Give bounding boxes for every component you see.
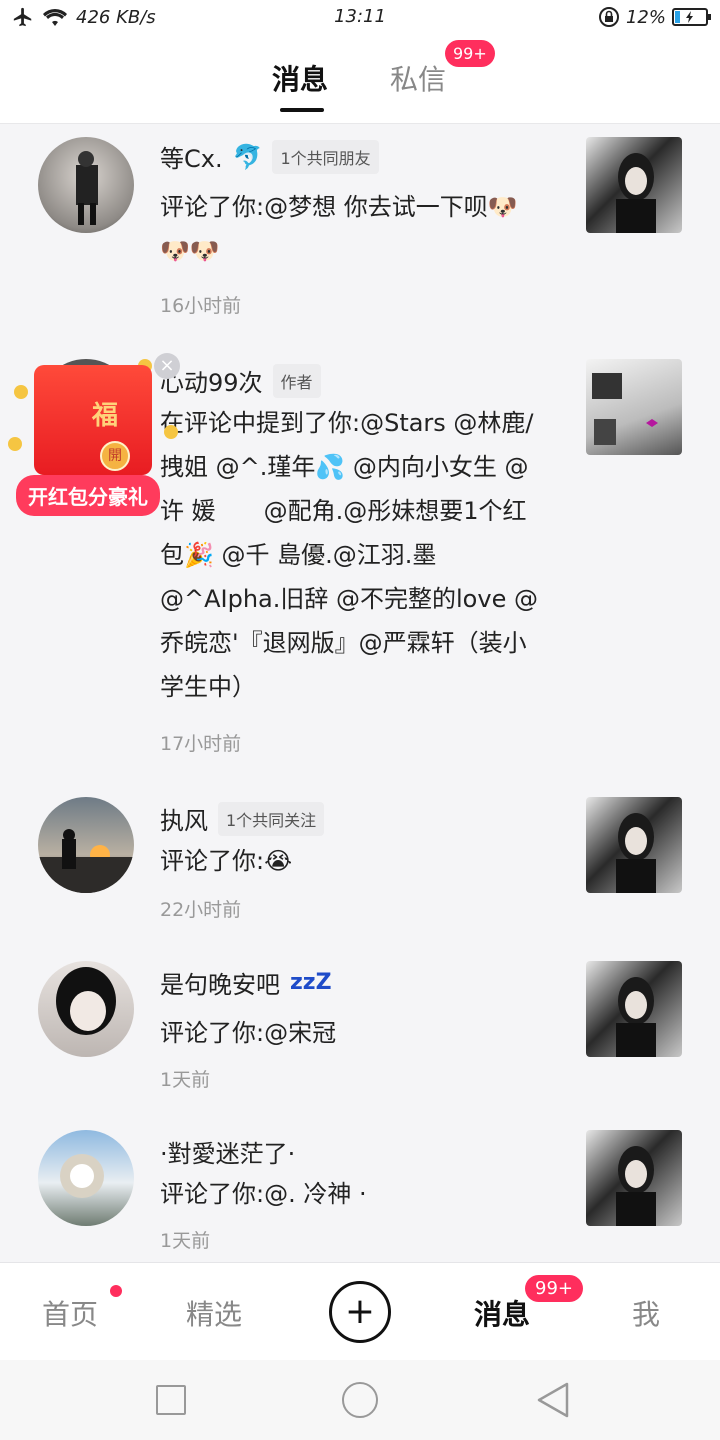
avatar[interactable] — [38, 137, 134, 233]
nav-home[interactable]: 首页 — [42, 1293, 98, 1333]
avatar[interactable] — [38, 1130, 134, 1226]
bottom-nav: 首页 精选 + 消息 99+ 我 — [0, 1262, 720, 1360]
sleeping-emoji: zzZ — [290, 970, 332, 995]
mutual-friend-tag: 1个共同朋友 — [272, 139, 379, 174]
dm-unread-badge: 99+ — [445, 40, 495, 67]
tab-messages[interactable]: 消息 — [272, 58, 328, 98]
avatar[interactable] — [38, 961, 134, 1057]
mutual-follow-tag: 1个共同关注 — [218, 801, 325, 836]
timestamp: 17小时前 — [160, 733, 242, 755]
name-row: 等Cx. 🐬 1个共同朋友 — [160, 139, 379, 174]
active-tab-indicator — [280, 108, 324, 112]
red-packet-widget[interactable]: 福 開 × 开红包分豪礼 — [8, 353, 184, 516]
open-seal-icon: 開 — [100, 441, 130, 471]
nav-featured[interactable]: 精选 — [186, 1293, 242, 1333]
fu-character: 福 — [92, 401, 119, 431]
back-triangle-icon[interactable] — [536, 1382, 570, 1418]
comment-text[interactable]: 评论了你:@梦想 你去试一下呗🐶🐶🐶 — [160, 185, 540, 273]
nav-messages[interactable]: 消息 — [474, 1293, 530, 1333]
user-name[interactable]: 是句晚安吧 — [160, 965, 280, 1000]
tab-direct-messages[interactable]: 私信 — [390, 58, 446, 98]
home-notification-dot — [110, 1285, 122, 1297]
user-name[interactable]: 执风 — [160, 801, 208, 836]
user-name[interactable]: 等Cx. — [160, 139, 223, 174]
timestamp: 1天前 — [160, 1069, 211, 1091]
coin-decoration — [14, 385, 28, 399]
video-thumbnail[interactable] — [586, 797, 682, 893]
system-nav-bar — [0, 1360, 720, 1440]
video-thumbnail[interactable] — [586, 1130, 682, 1226]
add-button[interactable]: + — [329, 1281, 391, 1343]
timestamp: 1天前 — [160, 1230, 211, 1252]
author-tag: 作者 — [272, 363, 321, 398]
comment-text[interactable]: 在评论中提到了你:@Stars @林鹿/拽姐 @^.瑾年💦 @内向小女生 @许 … — [160, 401, 540, 709]
name-row: 是句晚安吧 zzZ — [160, 965, 332, 1000]
timestamp: 22小时前 — [160, 899, 242, 921]
video-thumbnail[interactable] — [586, 359, 682, 455]
home-circle-icon[interactable] — [342, 1382, 378, 1418]
messages-unread-badge: 99+ — [525, 1275, 583, 1302]
timestamp: 16小时前 — [160, 295, 242, 317]
user-name[interactable]: ·對愛迷茫了· — [160, 1134, 295, 1169]
video-thumbnail[interactable] — [586, 137, 682, 233]
close-icon[interactable]: × — [154, 353, 180, 379]
battery-percent: 12% — [625, 6, 666, 28]
status-right: 12% — [598, 6, 711, 28]
avatar[interactable] — [38, 797, 134, 893]
comment-text[interactable]: 评论了你:@宋冠 — [160, 1011, 540, 1055]
notification-feed: 等Cx. 🐬 1个共同朋友 评论了你:@梦想 你去试一下呗🐶🐶🐶 16小时前 心… — [0, 125, 720, 1265]
red-packet-label[interactable]: 开红包分豪礼 — [16, 475, 160, 516]
name-row: 心动99次 作者 — [160, 363, 321, 398]
battery-icon — [672, 8, 711, 26]
status-bar: 426 KB/s 13:11 12% — [0, 0, 720, 36]
name-row: ·對愛迷茫了· — [160, 1134, 295, 1169]
coin-decoration — [8, 437, 22, 451]
nav-me[interactable]: 我 — [632, 1293, 660, 1333]
video-thumbnail[interactable] — [586, 961, 682, 1057]
name-row: 执风 1个共同关注 — [160, 801, 325, 836]
coin-decoration — [164, 425, 178, 439]
dolphin-emoji: 🐬 — [232, 142, 263, 171]
rotation-lock-icon — [598, 7, 619, 27]
recent-apps-icon[interactable] — [156, 1385, 186, 1415]
red-packet-envelope[interactable]: 福 開 — [34, 365, 152, 475]
message-header: 消息 私信 99+ — [0, 36, 720, 124]
comment-text[interactable]: 评论了你:😭 — [160, 839, 540, 883]
comment-text[interactable]: 评论了你:@. 冷神 · — [160, 1172, 540, 1216]
